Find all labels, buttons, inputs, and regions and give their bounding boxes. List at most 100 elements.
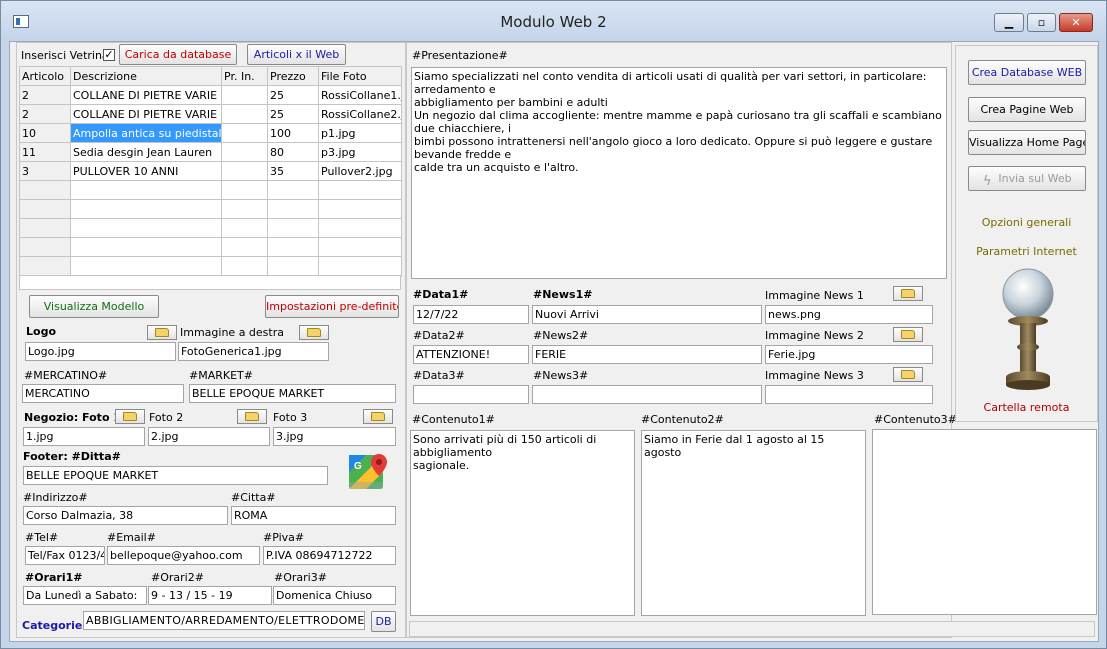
cell-empty[interactable] (221, 256, 268, 276)
cell-empty[interactable] (70, 199, 222, 219)
cell-articolo[interactable]: 2 (19, 85, 71, 105)
cell-file-foto[interactable]: RossiCollane2.jpg (318, 104, 402, 124)
cell-empty[interactable] (221, 180, 268, 200)
img-news2-input[interactable]: Ferie.jpg (765, 345, 933, 364)
header-articolo[interactable]: Articolo (19, 66, 71, 86)
table-row-empty[interactable] (19, 256, 402, 276)
news3-folder-icon[interactable] (893, 367, 923, 382)
ditta-input[interactable]: BELLE EPOQUE MARKET (23, 466, 328, 485)
cell-empty[interactable] (19, 256, 71, 276)
table-row[interactable]: 2 COLLANE DI PIETRE VARIE 25 RossiCollan… (19, 85, 402, 105)
cell-descrizione[interactable]: PULLOVER 10 ANNI (70, 161, 222, 181)
citta-input[interactable]: ROMA (231, 506, 396, 525)
table-row-empty[interactable] (19, 180, 402, 200)
cell-articolo[interactable]: 3 (19, 161, 71, 181)
minimize-button[interactable]: ▁ (994, 13, 1024, 32)
orari3-input[interactable]: Domenica Chiuso (273, 586, 396, 605)
foto2-folder-icon[interactable] (237, 409, 267, 424)
cell-file-foto[interactable]: Pullover2.jpg (318, 161, 402, 181)
cartella-remota-link[interactable]: Cartella remota (956, 401, 1097, 414)
crea-pagine-button[interactable]: Crea Pagine Web (968, 97, 1086, 122)
contenuto1-textarea[interactable]: Sono arrivati più di 150 articoli di abb… (410, 430, 635, 616)
visualizza-modello-button[interactable]: Visualizza Modello (29, 295, 159, 318)
table-row-empty[interactable] (19, 237, 402, 257)
cell-pr-in[interactable] (221, 161, 268, 181)
cell-prezzo[interactable]: 25 (267, 104, 319, 124)
presentazione-textarea[interactable]: Siamo specializzati nel conto vendita di… (411, 67, 947, 279)
table-row[interactable]: 10 Ampolla antica su piedistallo 100 p1.… (19, 123, 402, 143)
table-row[interactable]: 3 PULLOVER 10 ANNI 35 Pullover2.jpg (19, 161, 402, 181)
contenuto3-textarea[interactable] (872, 429, 1097, 615)
crea-database-button[interactable]: Crea Database WEB (968, 60, 1086, 85)
table-row-empty[interactable] (19, 199, 402, 219)
cell-descrizione-selected[interactable]: Ampolla antica su piedistallo (70, 123, 222, 143)
cell-empty[interactable] (70, 256, 222, 276)
orari1-input[interactable]: Da Lunedì a Sabato: (23, 586, 147, 605)
cell-descrizione[interactable]: COLLANE DI PIETRE VARIE (70, 85, 222, 105)
foto3-folder-icon[interactable] (363, 409, 393, 424)
cell-file-foto[interactable]: RossiCollane1.jpg (318, 85, 402, 105)
news2-folder-icon[interactable] (893, 327, 923, 342)
cell-empty[interactable] (318, 237, 402, 257)
foto1-input[interactable]: 1.jpg (23, 427, 145, 446)
cell-articolo[interactable]: 11 (19, 142, 71, 162)
immagine-destra-folder-icon[interactable] (299, 325, 329, 340)
news2-input[interactable]: FERIE (532, 345, 762, 364)
cell-empty[interactable] (221, 218, 268, 238)
foto1-folder-icon[interactable] (115, 409, 145, 424)
tel-input[interactable]: Tel/Fax 0123/4 (25, 546, 105, 565)
foto2-input[interactable]: 2.jpg (148, 427, 270, 446)
cell-pr-in[interactable] (221, 85, 268, 105)
cell-file-foto[interactable]: p1.jpg (318, 123, 402, 143)
cell-empty[interactable] (267, 199, 319, 219)
mercatino-input[interactable]: MERCATINO (22, 384, 184, 403)
cell-empty[interactable] (19, 199, 71, 219)
carica-database-button[interactable]: Carica da database (119, 44, 237, 65)
header-file-foto[interactable]: File Foto (318, 66, 402, 86)
cell-empty[interactable] (267, 218, 319, 238)
img-news3-input[interactable] (765, 385, 933, 404)
vetrina-checkbox[interactable]: ✓ (103, 49, 115, 61)
logo-input[interactable]: Logo.jpg (25, 342, 176, 361)
impostazioni-button[interactable]: Impostazioni pre-definite (265, 295, 399, 318)
articoli-table[interactable]: Articolo Descrizione Pr. In. Prezzo File… (19, 66, 402, 276)
cell-file-foto[interactable]: p3.jpg (318, 142, 402, 162)
logo-folder-icon[interactable] (147, 325, 177, 340)
cell-articolo[interactable]: 10 (19, 123, 71, 143)
piva-input[interactable]: P.IVA 08694712722 (263, 546, 396, 565)
cell-empty[interactable] (19, 237, 71, 257)
parametri-internet-link[interactable]: Parametri Internet (956, 245, 1097, 258)
cell-empty[interactable] (318, 256, 402, 276)
cell-pr-in[interactable] (221, 142, 268, 162)
cell-pr-in[interactable] (221, 104, 268, 124)
cell-empty[interactable] (318, 199, 402, 219)
header-pr-in[interactable]: Pr. In. (221, 66, 268, 86)
articoli-web-button[interactable]: Articoli x il Web (247, 44, 346, 65)
cell-prezzo[interactable]: 100 (267, 123, 319, 143)
news1-folder-icon[interactable] (893, 286, 923, 301)
cell-empty[interactable] (267, 256, 319, 276)
cell-empty[interactable] (221, 199, 268, 219)
cell-articolo[interactable]: 2 (19, 104, 71, 124)
indirizzo-input[interactable]: Corso Dalmazia, 38 (23, 506, 228, 525)
immagine-destra-input[interactable]: FotoGenerica1.jpg (178, 342, 329, 361)
maximize-button[interactable]: ▫ (1027, 13, 1056, 32)
market-input[interactable]: BELLE EPOQUE MARKET (189, 384, 396, 403)
news1-input[interactable]: Nuovi Arrivi (532, 305, 762, 324)
data1-input[interactable]: 12/7/22 (413, 305, 529, 324)
opzioni-generali-link[interactable]: Opzioni generali (956, 216, 1097, 229)
db-button[interactable]: DB (371, 611, 396, 632)
invia-web-button[interactable]: ϟ Invia sul Web (968, 166, 1086, 191)
data3-input[interactable] (413, 385, 529, 404)
table-row-empty[interactable] (19, 218, 402, 238)
cell-empty[interactable] (70, 218, 222, 238)
email-input[interactable]: bellepoque@yahoo.com (107, 546, 260, 565)
cell-empty[interactable] (19, 180, 71, 200)
table-row[interactable]: 2 COLLANE DI PIETRE VARIE 25 RossiCollan… (19, 104, 402, 124)
foto3-input[interactable]: 3.jpg (273, 427, 396, 446)
cell-empty[interactable] (318, 180, 402, 200)
cell-empty[interactable] (70, 237, 222, 257)
img-news1-input[interactable]: news.png (765, 305, 933, 324)
categorie-input[interactable]: ABBIGLIAMENTO/ARREDAMENTO/ELETTRODOMEST (83, 611, 365, 630)
cell-descrizione[interactable]: Sedia desgin Jean Lauren (70, 142, 222, 162)
